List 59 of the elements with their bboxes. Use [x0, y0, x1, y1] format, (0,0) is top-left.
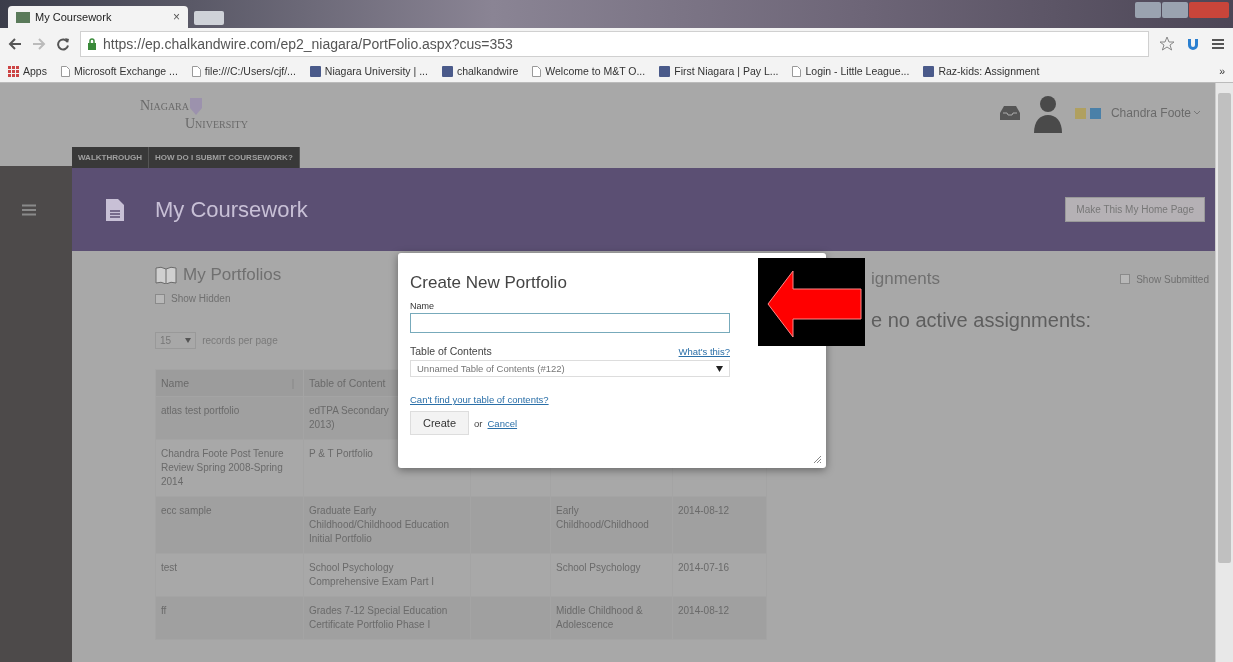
- menu-icon[interactable]: [1211, 37, 1225, 51]
- resize-grip-icon[interactable]: [813, 455, 822, 464]
- table-cell: 2014-07-16: [678, 562, 730, 573]
- browser-tab[interactable]: My Coursework ×: [8, 6, 188, 28]
- help-link[interactable]: What's this?: [678, 345, 730, 357]
- field-label: Name: [410, 301, 435, 311]
- site-favicon-icon: [16, 11, 30, 23]
- back-icon[interactable]: [8, 37, 22, 51]
- table-of-contents-select[interactable]: Unnamed Table of Contents (#122): [410, 360, 730, 377]
- page-icon: [532, 65, 542, 77]
- bookmark-item[interactable]: Welcome to M&T O...: [532, 65, 646, 77]
- bookmark-item[interactable]: chalkandwire: [441, 65, 519, 77]
- caret-icon: [185, 338, 192, 343]
- book-icon: [155, 266, 177, 284]
- bookmark-item[interactable]: Niagara University | ...: [309, 65, 428, 77]
- empty-message: e no active assignments:: [871, 309, 1093, 332]
- site-favicon-icon: [441, 65, 453, 77]
- create-button[interactable]: Create: [410, 411, 470, 435]
- name-input-field[interactable]: [410, 313, 730, 333]
- forward-icon[interactable]: [32, 37, 46, 51]
- reload-icon[interactable]: [56, 37, 70, 51]
- site-favicon-icon: [659, 65, 671, 77]
- bookmark-item[interactable]: Login - Little League...: [792, 65, 910, 77]
- apps-grid-icon: [8, 65, 19, 77]
- scrollbar[interactable]: [1215, 83, 1233, 662]
- more-bookmarks-button[interactable]: »: [1219, 65, 1225, 77]
- caret-icon: [1193, 110, 1201, 116]
- table-cell: Chandra Foote Post Tenure Review Spring 2008-Spring 2014: [161, 448, 284, 487]
- inbox-icon[interactable]: [998, 105, 1021, 121]
- caret-icon: [716, 365, 723, 372]
- page-title: My Coursework: [155, 196, 309, 223]
- star-icon[interactable]: [1159, 36, 1175, 52]
- section-title: ignments: [871, 269, 940, 289]
- bookmark-item[interactable]: file:///C:/Users/cjf/...: [191, 65, 296, 77]
- address-bar[interactable]: https://ep.chalkandwire.com/ep2_niagara/PortFolio.aspx?cus=353: [80, 31, 1149, 57]
- site-favicon-icon: [309, 65, 321, 77]
- bookmark-item[interactable]: Raz-kids: Assignment: [923, 65, 1040, 77]
- field-label: Table of Contents: [410, 345, 492, 357]
- bookmark-item[interactable]: First Niagara | Pay L...: [659, 65, 779, 77]
- table-cell: test: [161, 562, 178, 573]
- table-cell: School Psychology: [556, 562, 641, 573]
- bookmark-item[interactable]: Apps: [8, 65, 47, 77]
- or-text: or: [474, 417, 483, 429]
- extension-icon[interactable]: [1185, 36, 1201, 52]
- badge-icon[interactable]: [1089, 107, 1101, 119]
- dialog-title: Create New Portfolio: [410, 273, 568, 293]
- lock-icon: [87, 38, 97, 50]
- find-contents-link[interactable]: Can't find your table of contents?: [410, 394, 549, 405]
- page-icon: [191, 65, 201, 77]
- section-title: My Portfolios: [183, 265, 282, 285]
- bookmark-item[interactable]: Microsoft Exchange ...: [60, 65, 178, 77]
- tab-title: My Coursework: [35, 11, 113, 23]
- table-cell: P & T Portfolio: [309, 448, 373, 459]
- cancel-link[interactable]: Cancel: [487, 417, 518, 429]
- page-icon: [60, 65, 70, 77]
- tab-close-button[interactable]: ×: [173, 10, 180, 24]
- page-icon: [792, 65, 802, 77]
- site-favicon-icon: [923, 65, 935, 77]
- document-icon: [105, 197, 125, 222]
